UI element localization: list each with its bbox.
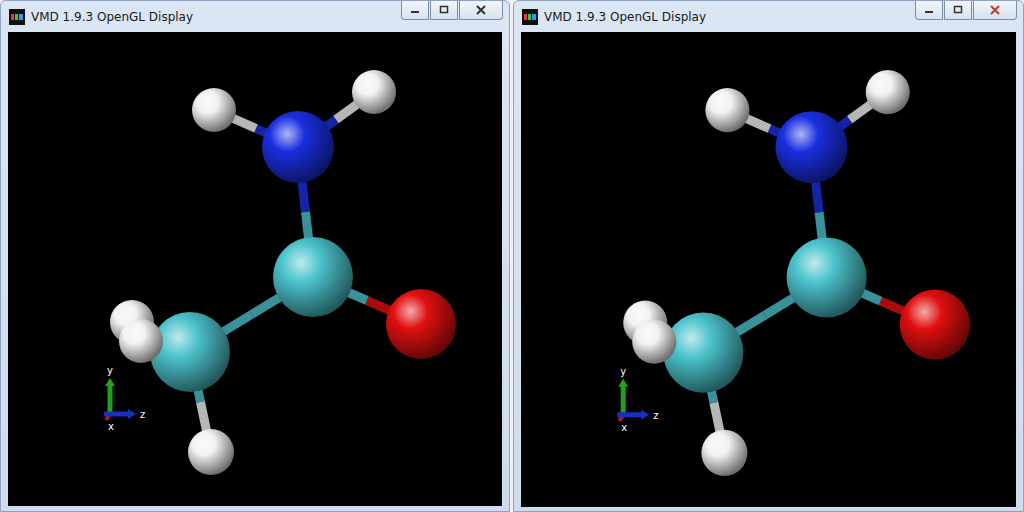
window-title: VMD 1.9.3 OpenGL Display: [31, 10, 395, 24]
molecule-view[interactable]: y z x: [521, 32, 1016, 507]
opengl-display[interactable]: y z x: [521, 32, 1016, 507]
atom-c[interactable]: [663, 313, 743, 393]
close-button[interactable]: [459, 1, 503, 20]
atom-h[interactable]: [188, 429, 234, 475]
atom-h[interactable]: [866, 70, 910, 114]
window-controls: [915, 1, 1017, 20]
atom-c[interactable]: [273, 237, 353, 317]
axes-icon: [617, 379, 649, 421]
atom-n[interactable]: [262, 111, 334, 183]
atom-h[interactable]: [192, 88, 236, 132]
vmd-window[interactable]: VMD 1.9.3 OpenGL Display y z x: [0, 0, 510, 512]
window-title: VMD 1.9.3 OpenGL Display: [544, 10, 909, 24]
axis-label: z: [653, 410, 658, 421]
atom-c[interactable]: [150, 312, 230, 392]
molecule-view[interactable]: y z x: [8, 32, 502, 506]
atom-h[interactable]: [701, 430, 747, 476]
vmd-app-icon: [9, 9, 25, 25]
title-bar[interactable]: VMD 1.9.3 OpenGL Display: [1, 1, 509, 32]
axis-label: z: [140, 409, 145, 420]
vmd-app-icon: [522, 9, 538, 25]
window-controls: [401, 1, 503, 20]
atom-h[interactable]: [119, 319, 163, 363]
close-button[interactable]: [973, 1, 1017, 20]
atom-h[interactable]: [705, 88, 749, 132]
atom-o[interactable]: [900, 290, 970, 360]
maximize-icon: [952, 5, 964, 15]
title-bar[interactable]: VMD 1.9.3 OpenGL Display: [514, 1, 1023, 32]
axis-label: x: [108, 421, 114, 432]
opengl-display[interactable]: y z x: [8, 32, 502, 506]
minimize-icon: [923, 5, 935, 15]
axis-label: x: [621, 422, 627, 433]
close-icon: [475, 5, 487, 15]
minimize-button[interactable]: [401, 1, 429, 20]
maximize-icon: [438, 5, 450, 15]
atom-o[interactable]: [386, 289, 456, 359]
minimize-button[interactable]: [915, 1, 943, 20]
atom-h[interactable]: [352, 70, 396, 114]
minimize-icon: [409, 5, 421, 15]
atom-c[interactable]: [787, 237, 867, 317]
maximize-button[interactable]: [944, 1, 972, 20]
maximize-button[interactable]: [430, 1, 458, 20]
atom-n[interactable]: [776, 111, 848, 183]
close-icon: [989, 5, 1001, 15]
axis-label: y: [107, 365, 113, 376]
atom-h[interactable]: [632, 320, 676, 364]
axes-icon: [104, 378, 136, 420]
vmd-window[interactable]: VMD 1.9.3 OpenGL Display y z x: [513, 0, 1024, 512]
axis-label: y: [620, 366, 626, 377]
